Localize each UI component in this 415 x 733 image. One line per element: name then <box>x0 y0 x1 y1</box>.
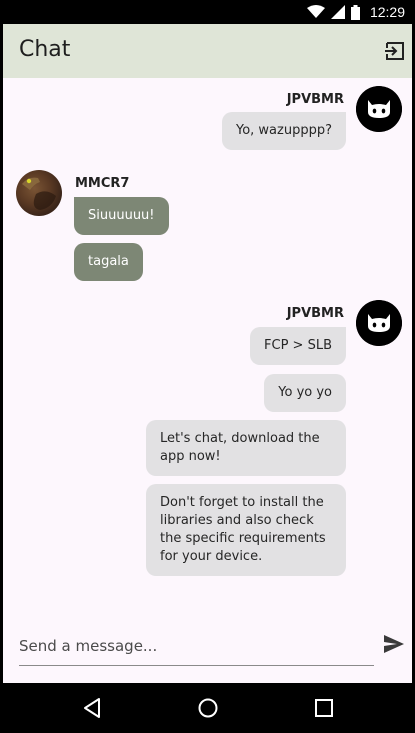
logout-icon <box>385 42 404 60</box>
message-bubble[interactable]: tagala <box>74 243 143 281</box>
avatar <box>356 86 402 132</box>
github-avatar-icon <box>356 86 402 132</box>
recents-button[interactable] <box>312 696 336 720</box>
message-username: JPVBMR <box>286 92 344 107</box>
message-list[interactable]: JPVBMR Yo, wazupppp? MMCR7 Siuuuuuu! tag… <box>3 78 412 618</box>
message-bubble[interactable]: Don't forget to install the libraries an… <box>146 484 346 576</box>
message-bubble[interactable]: Siuuuuuu! <box>74 197 169 235</box>
message-composer <box>3 620 412 683</box>
home-icon <box>198 698 218 718</box>
message-username: MMCR7 <box>75 176 130 191</box>
system-nav-bar <box>0 683 415 733</box>
status-time: 12:29 <box>369 4 405 20</box>
battery-icon <box>350 4 360 20</box>
recents-icon <box>315 699 333 717</box>
avatar <box>16 170 62 216</box>
message-username: JPVBMR <box>286 306 344 321</box>
chat-screen: Chat JPVBMR Yo, wazupppp? MMCR7 Siuuuuuu… <box>3 24 412 683</box>
message-bubble[interactable]: Yo, wazupppp? <box>221 112 346 150</box>
status-bar: 12:29 <box>0 0 415 24</box>
wifi-icon <box>306 5 325 18</box>
message-input[interactable] <box>19 626 374 666</box>
message-bubble[interactable]: Let's chat, download the app now! <box>146 420 346 476</box>
photo-avatar-image <box>22 177 56 210</box>
logout-button[interactable] <box>384 40 406 62</box>
status-icons: 12:29 <box>306 3 405 21</box>
send-button[interactable] <box>382 632 406 656</box>
message-bubble[interactable]: Yo yo yo <box>264 374 346 412</box>
back-icon <box>84 698 100 718</box>
page-title: Chat <box>19 37 71 62</box>
avatar <box>356 300 402 346</box>
signal-icon <box>330 5 345 19</box>
send-icon <box>384 635 404 653</box>
message-bubble[interactable]: FCP > SLB <box>250 327 346 365</box>
home-button[interactable] <box>196 696 220 720</box>
back-button[interactable] <box>81 696 105 720</box>
github-avatar-icon <box>356 300 402 346</box>
app-bar: Chat <box>3 24 412 78</box>
